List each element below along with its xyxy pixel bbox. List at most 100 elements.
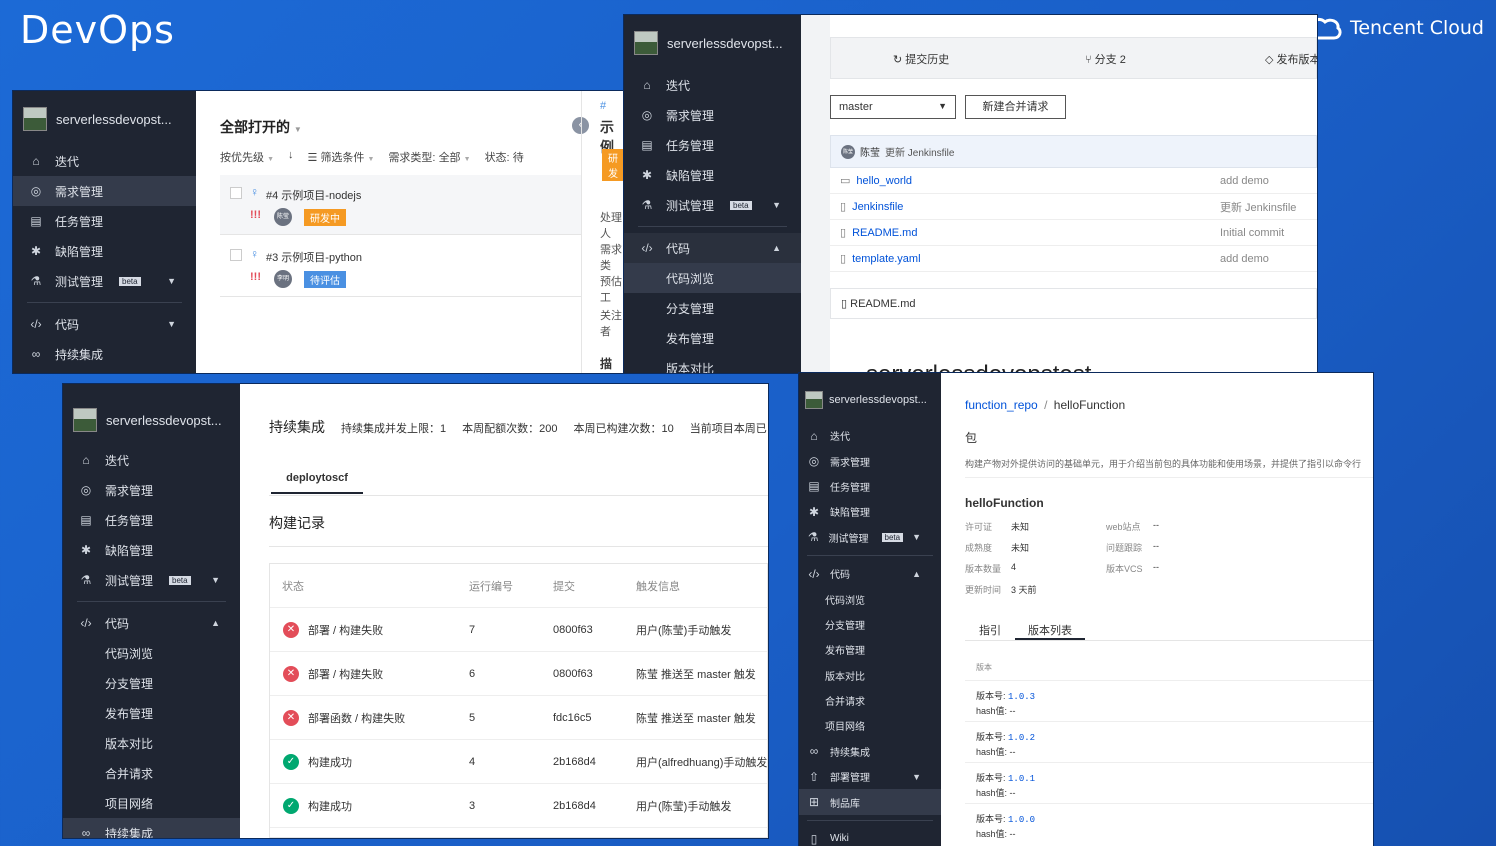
table-row[interactable]: ✕ 部署 / 构建失败 6 0800f63 陈莹 推送至 master 触发 <box>270 652 767 696</box>
build-status[interactable]: 部署 / 构建失败 <box>308 666 383 682</box>
nav-requirements[interactable]: ◎ 需求管理 <box>624 100 801 130</box>
chevron-down-icon[interactable]: ▼ <box>912 772 921 782</box>
build-status[interactable]: 部署函数 / 构建失败 <box>308 710 405 726</box>
file-row[interactable]: ▯ template.yaml add demo <box>830 246 1317 272</box>
tab-guide[interactable]: 指引 <box>979 622 1001 638</box>
tab-commit-history[interactable]: ↻ 提交历史 <box>893 51 949 67</box>
nav-testing[interactable]: ⚗ 测试管理 beta ▼ <box>799 525 941 550</box>
build-status[interactable]: 构建成功 <box>308 798 352 814</box>
commit-hash[interactable]: 2b168d4 <box>553 756 596 768</box>
nav-iteration[interactable]: ⌂ 迭代 <box>624 70 801 100</box>
commit-hash[interactable]: fdc16c5 <box>553 712 592 724</box>
chevron-up-icon[interactable]: ▲ <box>912 569 921 579</box>
nav-branches[interactable]: 分支管理 <box>624 293 801 323</box>
tab-branches[interactable]: ⑂ 分支 2 <box>1085 51 1126 67</box>
nav-releases[interactable]: 发布管理 <box>799 637 941 662</box>
nav-releases[interactable]: 发布管理 <box>624 323 801 353</box>
project-header[interactable]: serverlessdevopst... <box>63 392 240 448</box>
list-item[interactable]: 版本号: 1.0.2 hash值: -- <box>965 721 1373 762</box>
nav-bugs[interactable]: ✱ 缺陷管理 <box>63 535 240 565</box>
filter-button[interactable]: ☰ 筛选条件 ▼ <box>308 149 375 165</box>
nav-bugs[interactable]: ✱ 缺陷管理 <box>624 160 801 190</box>
nav-branches[interactable]: 分支管理 <box>63 668 240 698</box>
nav-testing[interactable]: ⚗ 测试管理 beta ▼ <box>624 190 801 220</box>
file-row[interactable]: ▯ Jenkinsfile 更新 Jenkinsfile <box>830 194 1317 220</box>
nav-project-network[interactable]: 项目网络 <box>63 788 240 818</box>
nav-artifacts[interactable]: ⊞ 制品库 <box>799 789 941 815</box>
table-row[interactable]: ✓ 构建成功 4 2b168d4 用户(alfredhuang)手动触发 <box>270 740 767 784</box>
chevron-down-icon[interactable]: ▼ <box>167 319 176 329</box>
tab-releases[interactable]: ◇ 发布版本 <box>1265 51 1317 67</box>
version-number[interactable]: 1.0.3 <box>1008 692 1035 702</box>
nav-bugs[interactable]: ✱ 缺陷管理 <box>13 236 196 266</box>
tab-versions[interactable]: 版本列表 <box>1015 622 1085 640</box>
list-item[interactable]: ♀ #3 示例项目-python !!! 李明 待评估 <box>220 237 581 297</box>
checkbox[interactable] <box>230 249 242 261</box>
nav-wiki[interactable]: ▯ Wiki <box>799 826 941 846</box>
commit-hash[interactable]: 2b168d4 <box>553 800 596 812</box>
nav-requirements[interactable]: ◎ 需求管理 <box>799 448 941 473</box>
nav-code[interactable]: ‹/› 代码 ▲ <box>799 561 941 586</box>
nav-compare[interactable]: 版本对比 <box>624 353 801 374</box>
chevron-up-icon[interactable]: ▲ <box>211 618 220 628</box>
list-item[interactable]: 版本号: 1.0.0 hash值: -- <box>965 803 1373 844</box>
build-status[interactable]: 部署 / 构建失败 <box>308 622 383 638</box>
nav-iteration[interactable]: ⌂ 迭代 <box>63 445 240 475</box>
version-number[interactable]: 1.0.1 <box>1008 774 1035 784</box>
file-name[interactable]: template.yaml <box>852 253 920 265</box>
project-header[interactable]: serverlessdevopst... <box>13 91 196 147</box>
nav-requirements[interactable]: ◎ 需求管理 <box>13 176 196 206</box>
nav-requirements[interactable]: ◎ 需求管理 <box>63 475 240 505</box>
nav-ci[interactable]: ∞ 持续集成 <box>63 818 240 838</box>
item-title[interactable]: #4 示例项目-nodejs <box>266 187 361 203</box>
nav-branches[interactable]: 分支管理 <box>799 612 941 637</box>
table-row[interactable]: ✕ 部署函数 / 构建失败 5 fdc16c5 陈莹 推送至 master 触发 <box>270 696 767 740</box>
chevron-down-icon[interactable]: ▼ <box>912 532 921 542</box>
project-header[interactable]: serverlessdevopst... <box>624 15 801 71</box>
nav-deploy[interactable]: ⇧ 部署管理 ▼ <box>799 764 941 789</box>
new-merge-request-button[interactable]: 新建合并请求 <box>965 95 1066 119</box>
file-name[interactable]: README.md <box>852 227 917 239</box>
chevron-down-icon[interactable]: ▼ <box>211 575 220 585</box>
nav-code[interactable]: ‹/› 代码 ▼ <box>13 309 196 339</box>
nav-compare[interactable]: 版本对比 <box>63 728 240 758</box>
version-number[interactable]: 1.0.2 <box>1008 733 1035 743</box>
item-title[interactable]: #3 示例项目-python <box>266 249 362 265</box>
nav-testing[interactable]: ⚗ 测试管理 beta ▼ <box>13 266 196 296</box>
nav-tasks[interactable]: ▤ 任务管理 <box>624 130 801 160</box>
list-item[interactable]: 版本号: 1.0.1 hash值: -- <box>965 762 1373 803</box>
list-item[interactable]: ♀ #4 示例项目-nodejs !!! 陈莹 研发中 <box>220 175 581 235</box>
nav-code[interactable]: ‹/› 代码 ▲ <box>624 233 801 263</box>
commit-hash[interactable]: 0800f63 <box>553 668 593 680</box>
nav-tasks[interactable]: ▤ 任务管理 <box>63 505 240 535</box>
nav-tasks[interactable]: ▤ 任务管理 <box>799 474 941 499</box>
file-row[interactable]: ▭ hello_world add demo <box>830 168 1317 194</box>
file-name[interactable]: hello_world <box>856 175 912 187</box>
list-title[interactable]: 全部打开的 ▼ <box>220 117 302 137</box>
nav-tasks[interactable]: ▤ 任务管理 <box>13 206 196 236</box>
breadcrumb-repo[interactable]: function_repo <box>965 398 1038 412</box>
nav-code-browse[interactable]: 代码浏览 <box>799 586 941 611</box>
nav-code-browse[interactable]: 代码浏览 <box>63 638 240 668</box>
chevron-down-icon[interactable]: ▼ <box>167 276 176 286</box>
file-name[interactable]: Jenkinsfile <box>852 201 903 213</box>
table-row[interactable]: ✓ 构建成功 3 2b168d4 用户(陈莹)手动触发 <box>270 784 767 828</box>
nav-testing[interactable]: ⚗ 测试管理 beta ▼ <box>63 565 240 595</box>
nav-releases[interactable]: 发布管理 <box>63 698 240 728</box>
list-item[interactable]: 版本号: 1.0.3 hash值: -- <box>965 680 1373 721</box>
type-filter[interactable]: 需求类型: 全部 ▼ <box>388 149 470 165</box>
branch-select[interactable]: master ▼ <box>830 95 956 119</box>
nav-merge-requests[interactable]: 合并请求 <box>799 688 941 713</box>
nav-ci[interactable]: ∞ 持续集成 <box>13 339 196 369</box>
nav-ci[interactable]: ∞ 持续集成 <box>799 739 941 764</box>
nav-bugs[interactable]: ✱ 缺陷管理 <box>799 499 941 524</box>
priority-sort[interactable]: 按优先级 ▼ <box>220 149 274 165</box>
nav-iteration[interactable]: ⌂ 迭代 <box>799 423 941 448</box>
sort-arrow-icon[interactable]: ↓ <box>288 149 294 165</box>
version-number[interactable]: 1.0.0 <box>1008 815 1035 825</box>
nav-code[interactable]: ‹/› 代码 ▲ <box>63 608 240 638</box>
nav-compare[interactable]: 版本对比 <box>799 663 941 688</box>
project-header[interactable]: serverlessdevopst... <box>799 377 941 423</box>
build-status[interactable]: 构建成功 <box>308 754 352 770</box>
commit-hash[interactable]: 0800f63 <box>553 624 593 636</box>
